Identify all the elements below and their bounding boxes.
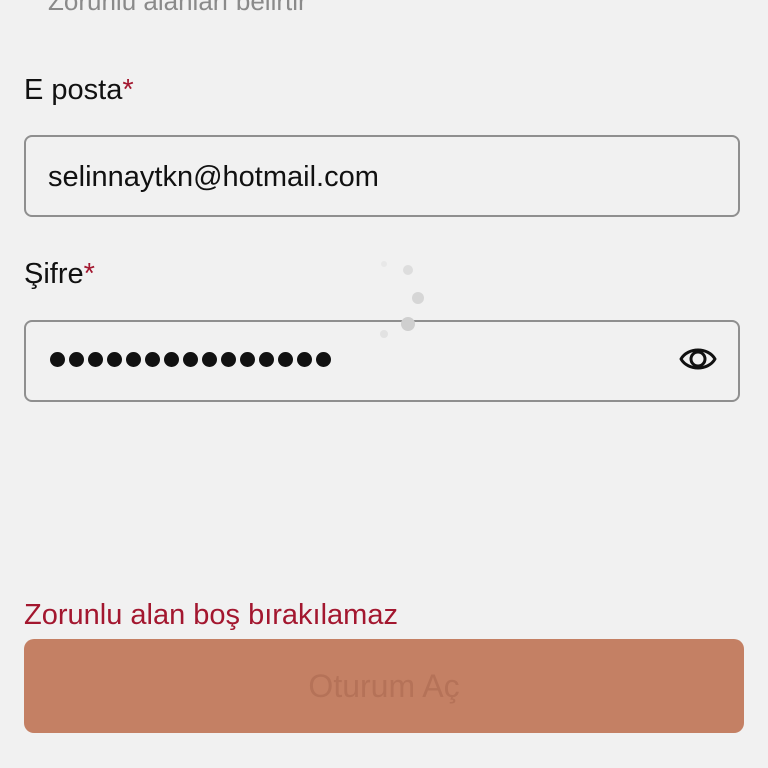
password-dot: [202, 352, 217, 367]
email-label: E posta*: [24, 74, 134, 107]
login-button-label: Oturum Aç: [308, 667, 460, 704]
password-dot: [259, 352, 274, 367]
password-dot: [221, 352, 236, 367]
password-dot: [297, 352, 312, 367]
password-dot: [240, 352, 255, 367]
required-fields-note: Zorunlu alanları belirtir: [48, 0, 307, 16]
password-dot: [145, 352, 160, 367]
masked-password: [50, 352, 331, 367]
password-dot: [88, 352, 103, 367]
password-dot: [107, 352, 122, 367]
email-label-text: E posta: [24, 74, 123, 106]
password-dot: [126, 352, 141, 367]
password-dot: [69, 352, 84, 367]
password-dot: [50, 352, 65, 367]
required-asterisk: *: [83, 258, 95, 290]
password-label-text: Şifre: [24, 258, 84, 290]
password-dot: [316, 352, 331, 367]
loading-spinner: [372, 258, 428, 342]
required-asterisk: *: [122, 74, 134, 106]
password-dot: [278, 352, 293, 367]
password-dot: [183, 352, 198, 367]
password-label: Şifre*: [24, 258, 95, 291]
login-button[interactable]: Oturum Aç: [24, 639, 744, 733]
eye-icon[interactable]: [678, 339, 718, 379]
validation-error: Zorunlu alan boş bırakılamaz: [24, 599, 398, 631]
password-dot: [164, 352, 179, 367]
email-field[interactable]: selinnaytkn@hotmail.com: [24, 135, 740, 217]
email-field-value: selinnaytkn@hotmail.com: [48, 161, 379, 193]
